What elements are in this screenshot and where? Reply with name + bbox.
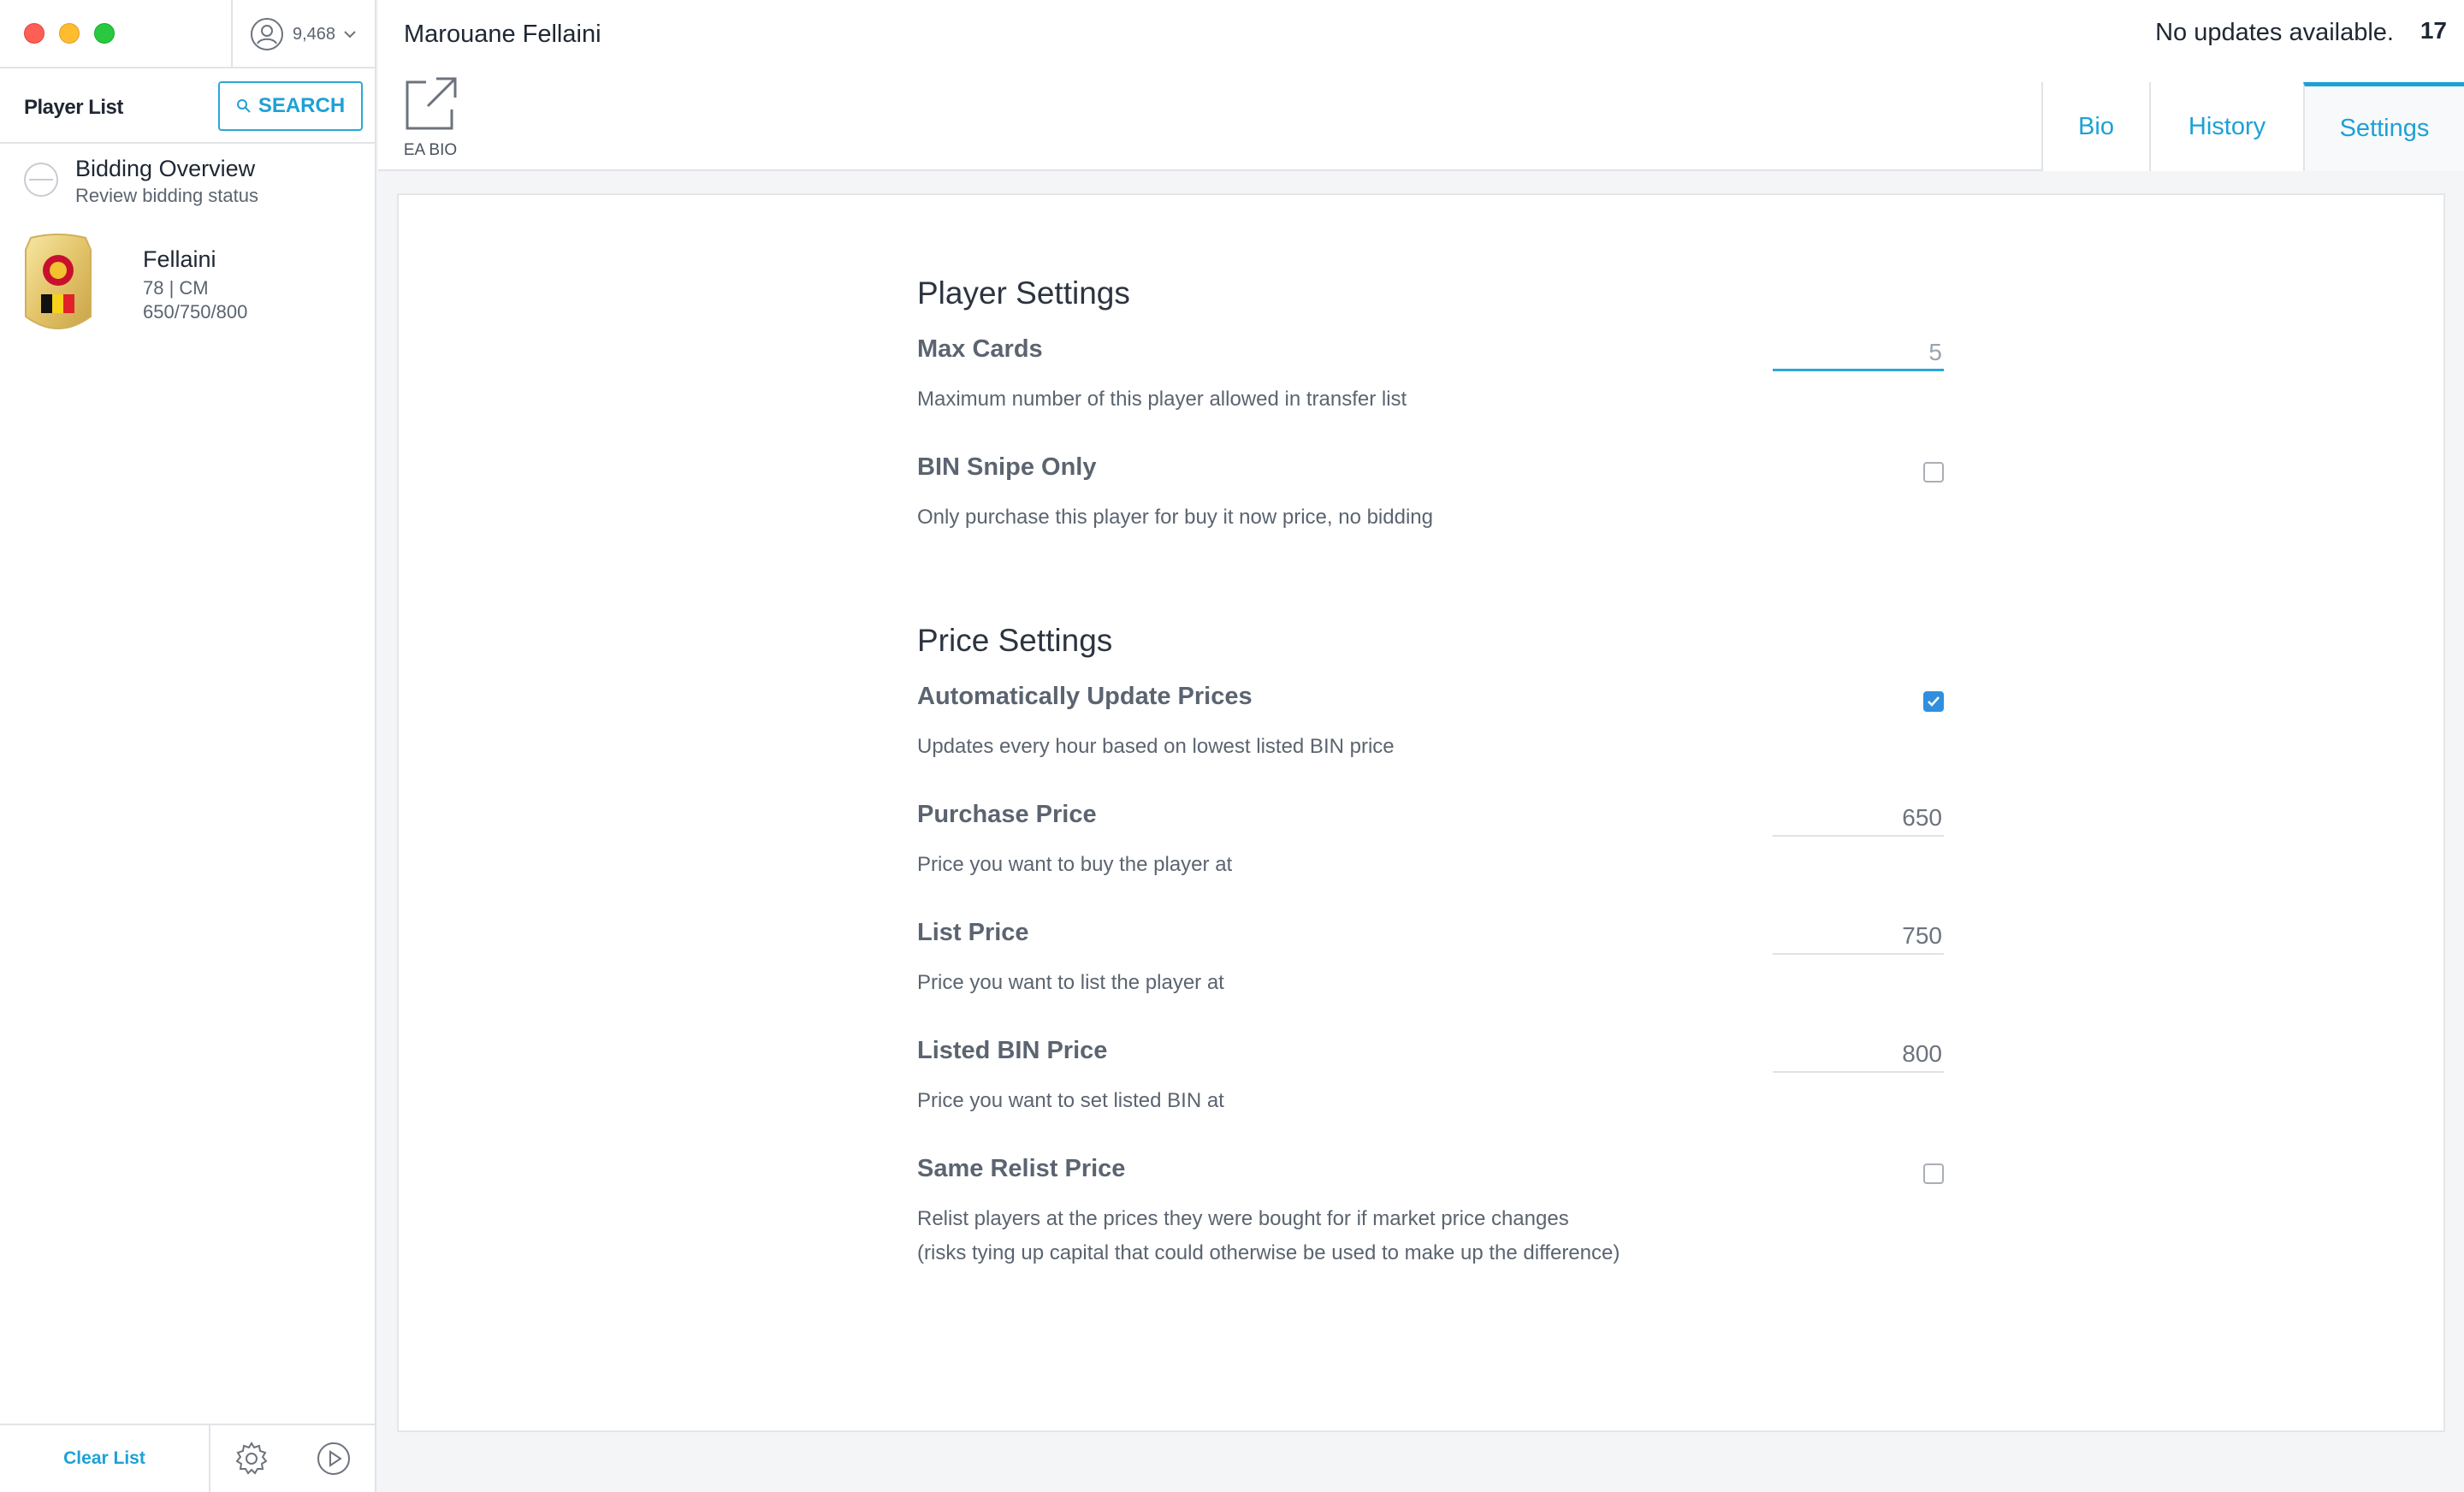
player-name: Fellaini bbox=[143, 246, 216, 272]
purchase-price-desc: Price you want to buy the player at bbox=[917, 853, 1233, 876]
checkmark-icon bbox=[1928, 696, 1940, 707]
zoom-window-button[interactable] bbox=[94, 23, 115, 44]
tab-history[interactable]: History bbox=[2149, 82, 2303, 171]
minimize-window-button[interactable] bbox=[59, 23, 80, 44]
clear-list-button[interactable]: Clear List bbox=[0, 1425, 210, 1492]
auto-update-desc: Updates every hour based on lowest liste… bbox=[917, 735, 1395, 758]
account-menu[interactable]: 9,468 bbox=[231, 0, 376, 68]
external-link-icon bbox=[406, 77, 457, 130]
search-button[interactable]: SEARCH bbox=[218, 81, 363, 131]
list-price-setting: List Price Price you want to list the pl… bbox=[917, 919, 1944, 1000]
bin-snipe-checkbox[interactable] bbox=[1923, 462, 1944, 483]
price-settings-section: Price Settings Automatically Update Pric… bbox=[917, 623, 1944, 1264]
settings-panel: Player Settings Max Cards Maximum number… bbox=[397, 193, 2445, 1432]
list-price-input[interactable]: 750 bbox=[1773, 919, 1944, 955]
bin-snipe-desc: Only purchase this player for buy it now… bbox=[917, 506, 1433, 529]
listed-bin-price-setting: Listed BIN Price Price you want to set l… bbox=[917, 1037, 1944, 1118]
settings-button[interactable] bbox=[210, 1425, 293, 1492]
tab-bio[interactable]: Bio bbox=[2041, 82, 2149, 171]
player-settings-title: Player Settings bbox=[917, 275, 1130, 311]
bidding-overview-title: Bidding Overview bbox=[75, 156, 256, 181]
player-card-icon bbox=[25, 234, 92, 329]
same-relist-checkbox[interactable] bbox=[1923, 1163, 1944, 1184]
sidebar-footer: Clear List bbox=[0, 1424, 375, 1492]
page-title: Marouane Fellaini bbox=[404, 21, 601, 48]
purchase-price-input[interactable]: 650 bbox=[1773, 801, 1944, 837]
ea-bio-label: EA BIO bbox=[403, 141, 458, 159]
coin-balance: 9,468 bbox=[293, 24, 336, 44]
same-relist-desc: Relist players at the prices they were b… bbox=[917, 1202, 1944, 1270]
auto-update-label: Automatically Update Prices bbox=[917, 683, 1253, 710]
ea-bio-link[interactable]: EA BIO bbox=[400, 75, 460, 160]
player-settings-section: Player Settings Max Cards Maximum number… bbox=[917, 275, 1944, 529]
same-relist-label: Same Relist Price bbox=[917, 1155, 1126, 1182]
account-icon bbox=[251, 18, 283, 50]
bin-snipe-label: BIN Snipe Only bbox=[917, 453, 1097, 481]
search-icon bbox=[236, 99, 251, 113]
same-relist-desc-line1: Relist players at the prices they were b… bbox=[917, 1207, 1569, 1230]
window-controls bbox=[24, 23, 115, 44]
player-list-title: Player List bbox=[24, 96, 123, 119]
auto-update-checkbox[interactable] bbox=[1923, 691, 1944, 712]
play-icon bbox=[317, 1442, 350, 1475]
bidding-overview-item[interactable]: Bidding Overview Review bidding status bbox=[0, 145, 375, 216]
player-list-header: Player List SEARCH bbox=[0, 68, 375, 144]
max-cards-desc: Maximum number of this player allowed in… bbox=[917, 388, 1407, 411]
window-titlebar: 9,468 bbox=[0, 0, 375, 68]
player-rating-position: 78 | CM bbox=[143, 277, 209, 299]
purchase-price-setting: Purchase Price Price you want to buy the… bbox=[917, 801, 1944, 882]
price-settings-title: Price Settings bbox=[917, 623, 1113, 658]
player-prices: 650/750/800 bbox=[143, 301, 248, 323]
search-button-label: SEARCH bbox=[258, 94, 346, 117]
bidding-overview-subtitle: Review bidding status bbox=[75, 185, 259, 206]
same-relist-setting: Same Relist Price Relist players at the … bbox=[917, 1155, 1944, 1270]
listed-bin-price-desc: Price you want to set listed BIN at bbox=[917, 1089, 1224, 1112]
chevron-down-icon bbox=[344, 31, 356, 38]
list-item[interactable]: Fellaini 78 | CM 650/750/800 bbox=[0, 224, 375, 344]
max-cards-input[interactable]: 5 bbox=[1773, 335, 1944, 371]
sidebar: 9,468 Player List SEARCH Bidding Overvie… bbox=[0, 0, 376, 1492]
bin-snipe-setting: BIN Snipe Only Only purchase this player… bbox=[917, 453, 1944, 535]
version-badge: 17 bbox=[2420, 17, 2447, 44]
list-price-desc: Price you want to list the player at bbox=[917, 971, 1224, 994]
bidding-status-icon bbox=[24, 163, 58, 197]
max-cards-setting: Max Cards Maximum number of this player … bbox=[917, 335, 1944, 417]
same-relist-desc-line2: (risks tying up capital that could other… bbox=[917, 1241, 1620, 1264]
close-window-button[interactable] bbox=[24, 23, 44, 44]
start-button[interactable] bbox=[293, 1425, 375, 1492]
gear-icon bbox=[235, 1442, 268, 1475]
tab-settings[interactable]: Settings bbox=[2303, 82, 2464, 171]
tab-bar: Bio History Settings bbox=[2041, 82, 2464, 171]
update-status: No updates available. bbox=[2155, 19, 2394, 46]
main-header: Marouane Fellaini No updates available. … bbox=[378, 0, 2464, 171]
auto-update-setting: Automatically Update Prices Updates ever… bbox=[917, 683, 1944, 764]
listed-bin-price-input[interactable]: 800 bbox=[1773, 1037, 1944, 1073]
